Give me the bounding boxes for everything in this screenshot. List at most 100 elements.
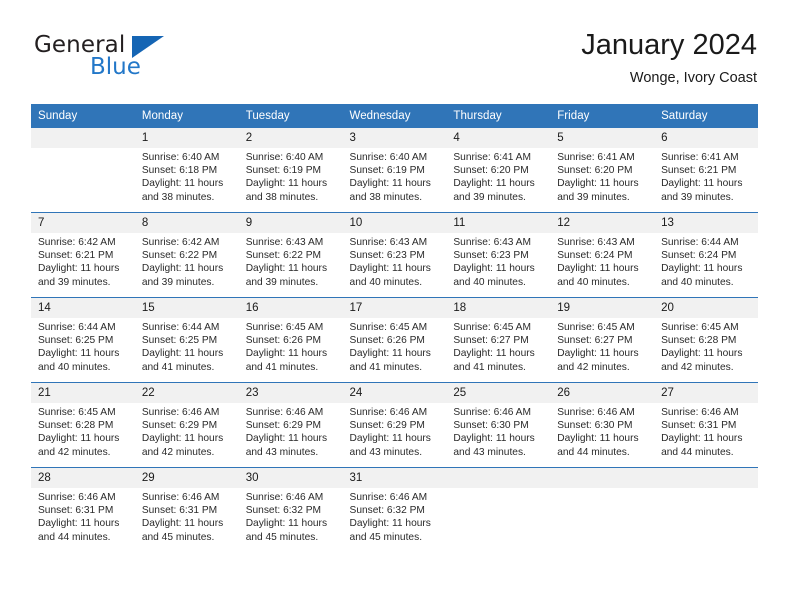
day-details: Sunrise: 6:46 AM Sunset: 6:30 PM Daylight:…	[550, 403, 654, 459]
day-cell-inner: 19 Sunrise: 6:45 AM Sunset: 6:27 PM Dayligh…	[550, 298, 655, 382]
weekday-header-friday: Friday	[550, 104, 655, 128]
calendar-day-cell[interactable]: 9 Sunrise: 6:43 AM Sunset: 6:22 PM Daylight…	[238, 212, 343, 298]
day-number: 15	[134, 298, 239, 318]
day-cell-inner: 20 Sunrise: 6:45 AM Sunset: 6:28 PM Dayligh…	[654, 298, 758, 382]
sunset-time: Sunset: 6:23 PM	[349, 250, 425, 262]
calendar-day-cell[interactable]: 15 Sunrise: 6:44 AM Sunset: 6:25 PM Dayligh…	[134, 297, 239, 383]
day-details: Sunrise: 6:44 AM Sunset: 6:25 PM Daylight:…	[135, 318, 239, 374]
day-cell-inner: 25 Sunrise: 6:46 AM Sunset: 6:30 PM Dayligh…	[446, 383, 551, 467]
calendar-day-cell-empty	[446, 467, 551, 552]
calendar-day-cell[interactable]: 21 Sunrise: 6:45 AM Sunset: 6:28 PM Dayligh…	[31, 382, 135, 468]
daylight-duration-line2: and 39 minutes.	[141, 276, 215, 288]
day-cell-inner: 5 Sunrise: 6:41 AM Sunset: 6:20 PM Daylight…	[550, 128, 655, 212]
day-cell-inner: 16 Sunrise: 6:45 AM Sunset: 6:26 PM Dayligh…	[238, 298, 343, 382]
daylight-duration-line1: Daylight: 11 hours	[661, 178, 743, 190]
sunset-time: Sunset: 6:19 PM	[349, 165, 425, 177]
calendar-day-cell[interactable]: 31 Sunrise: 6:46 AM Sunset: 6:32 PM Dayligh…	[342, 467, 447, 552]
day-cell-inner: 11 Sunrise: 6:43 AM Sunset: 6:23 PM Dayligh…	[446, 213, 551, 297]
calendar-day-cell[interactable]: 20 Sunrise: 6:45 AM Sunset: 6:28 PM Dayligh…	[654, 297, 758, 383]
sunset-time: Sunset: 6:19 PM	[245, 165, 322, 177]
calendar-day-cell[interactable]: 28 Sunrise: 6:46 AM Sunset: 6:31 PM Dayligh…	[31, 467, 135, 552]
day-number: 12	[550, 213, 655, 233]
calendar-day-cell[interactable]: 2 Sunrise: 6:40 AM Sunset: 6:19 PM Daylight…	[238, 127, 343, 213]
sunrise-time: Sunrise: 6:46 AM	[141, 407, 220, 418]
calendar-day-cell[interactable]: 19 Sunrise: 6:45 AM Sunset: 6:27 PM Dayligh…	[550, 297, 655, 383]
calendar-day-cell[interactable]: 3 Sunrise: 6:40 AM Sunset: 6:19 PM Daylight…	[342, 127, 447, 213]
sunrise-time: Sunrise: 6:40 AM	[141, 152, 220, 163]
day-number: 7	[31, 213, 135, 233]
calendar-header-row: Sunday Monday Tuesday Wednesday Thursday…	[31, 104, 758, 128]
calendar-day-cell[interactable]: 18 Sunrise: 6:45 AM Sunset: 6:27 PM Dayligh…	[446, 297, 551, 383]
day-number: 19	[550, 298, 655, 318]
calendar-day-cell[interactable]: 26 Sunrise: 6:46 AM Sunset: 6:30 PM Dayligh…	[550, 382, 655, 468]
day-cell-inner	[654, 468, 758, 552]
daylight-duration-line2: and 40 minutes.	[557, 276, 630, 288]
day-number: 9	[238, 213, 343, 233]
calendar-day-cell[interactable]: 24 Sunrise: 6:46 AM Sunset: 6:29 PM Dayligh…	[342, 382, 447, 468]
calendar-day-cell[interactable]: 17 Sunrise: 6:45 AM Sunset: 6:26 PM Dayligh…	[342, 297, 447, 383]
day-cell-inner: 22 Sunrise: 6:46 AM Sunset: 6:29 PM Dayligh…	[134, 383, 239, 467]
day-number: 14	[31, 298, 135, 318]
daylight-duration-line1: Daylight: 11 hours	[245, 348, 328, 360]
day-details: Sunrise: 6:40 AM Sunset: 6:19 PM Daylight:…	[239, 148, 343, 204]
day-details: Sunrise: 6:45 AM Sunset: 6:27 PM Daylight:…	[550, 318, 654, 374]
day-details: Sunrise: 6:43 AM Sunset: 6:24 PM Daylight:…	[550, 233, 654, 289]
sunrise-time: Sunrise: 6:46 AM	[349, 492, 428, 503]
sunrise-time: Sunrise: 6:46 AM	[141, 492, 220, 503]
calendar-day-cell[interactable]: 10 Sunrise: 6:43 AM Sunset: 6:23 PM Dayligh…	[342, 212, 447, 298]
day-number: 31	[342, 468, 447, 488]
daylight-duration-line2: and 42 minutes.	[38, 446, 111, 458]
day-details: Sunrise: 6:46 AM Sunset: 6:32 PM Daylight:…	[239, 488, 343, 544]
calendar-day-cell[interactable]: 13 Sunrise: 6:44 AM Sunset: 6:24 PM Dayligh…	[654, 212, 758, 298]
calendar-day-cell[interactable]: 12 Sunrise: 6:43 AM Sunset: 6:24 PM Dayligh…	[550, 212, 655, 298]
sunset-time: Sunset: 6:31 PM	[38, 505, 114, 517]
day-number: 30	[238, 468, 343, 488]
sunset-time: Sunset: 6:27 PM	[453, 335, 529, 347]
calendar-day-cell[interactable]: 14 Sunrise: 6:44 AM Sunset: 6:25 PM Dayligh…	[31, 297, 135, 383]
calendar-day-cell[interactable]: 11 Sunrise: 6:43 AM Sunset: 6:23 PM Dayligh…	[446, 212, 551, 298]
day-details: Sunrise: 6:46 AM Sunset: 6:29 PM Daylight:…	[135, 403, 239, 459]
calendar-day-cell[interactable]: 8 Sunrise: 6:42 AM Sunset: 6:22 PM Daylight…	[134, 212, 239, 298]
sunset-time: Sunset: 6:32 PM	[349, 505, 425, 517]
calendar-day-cell[interactable]: 23 Sunrise: 6:46 AM Sunset: 6:29 PM Dayligh…	[238, 382, 343, 468]
daylight-duration-line2: and 38 minutes.	[349, 191, 423, 203]
day-number: 28	[31, 468, 135, 488]
calendar-day-cell[interactable]: 16 Sunrise: 6:45 AM Sunset: 6:26 PM Dayligh…	[238, 297, 343, 383]
calendar-day-cell[interactable]: 30 Sunrise: 6:46 AM Sunset: 6:32 PM Dayligh…	[238, 467, 343, 552]
daylight-duration-line1: Daylight: 11 hours	[557, 263, 639, 275]
daylight-duration-line1: Daylight: 11 hours	[245, 263, 328, 275]
calendar-day-cell[interactable]: 27 Sunrise: 6:46 AM Sunset: 6:31 PM Dayligh…	[654, 382, 758, 468]
day-details: Sunrise: 6:40 AM Sunset: 6:19 PM Daylight:…	[343, 148, 447, 204]
daylight-duration-line1: Daylight: 11 hours	[557, 178, 639, 190]
day-cell-inner: 9 Sunrise: 6:43 AM Sunset: 6:22 PM Daylight…	[238, 213, 343, 297]
sunrise-time: Sunrise: 6:46 AM	[245, 407, 324, 418]
daylight-duration-line1: Daylight: 11 hours	[661, 348, 743, 360]
calendar-day-cell[interactable]: 22 Sunrise: 6:46 AM Sunset: 6:29 PM Dayligh…	[134, 382, 239, 468]
daylight-duration-line2: and 41 minutes.	[453, 361, 526, 373]
day-details: Sunrise: 6:46 AM Sunset: 6:32 PM Daylight:…	[343, 488, 447, 544]
day-details: Sunrise: 6:46 AM Sunset: 6:31 PM Daylight:…	[654, 403, 758, 459]
general-blue-logo[interactable]: General Blue	[34, 32, 294, 94]
daylight-duration-line2: and 45 minutes.	[349, 531, 423, 543]
day-details: Sunrise: 6:41 AM Sunset: 6:20 PM Daylight:…	[446, 148, 550, 204]
day-cell-inner: 4 Sunrise: 6:41 AM Sunset: 6:20 PM Daylight…	[446, 128, 551, 212]
day-cell-inner: 30 Sunrise: 6:46 AM Sunset: 6:32 PM Dayligh…	[238, 468, 343, 552]
calendar-day-cell[interactable]: 29 Sunrise: 6:46 AM Sunset: 6:31 PM Dayligh…	[134, 467, 239, 552]
day-details: Sunrise: 6:43 AM Sunset: 6:23 PM Daylight:…	[446, 233, 550, 289]
day-cell-inner: 7 Sunrise: 6:42 AM Sunset: 6:21 PM Daylight…	[31, 213, 135, 297]
weekday-header-tuesday: Tuesday	[238, 104, 343, 128]
weekday-header-wednesday: Wednesday	[342, 104, 447, 128]
calendar-day-cell[interactable]: 7 Sunrise: 6:42 AM Sunset: 6:21 PM Daylight…	[31, 212, 135, 298]
calendar-day-cell[interactable]: 5 Sunrise: 6:41 AM Sunset: 6:20 PM Daylight…	[550, 127, 655, 213]
sunset-time: Sunset: 6:32 PM	[245, 505, 322, 517]
sunrise-time: Sunrise: 6:45 AM	[453, 322, 531, 333]
calendar-day-cell[interactable]: 25 Sunrise: 6:46 AM Sunset: 6:30 PM Dayligh…	[446, 382, 551, 468]
calendar-day-cell[interactable]: 4 Sunrise: 6:41 AM Sunset: 6:20 PM Daylight…	[446, 127, 551, 213]
day-cell-inner: 13 Sunrise: 6:44 AM Sunset: 6:24 PM Dayligh…	[654, 213, 758, 297]
calendar-day-cell[interactable]: 6 Sunrise: 6:41 AM Sunset: 6:21 PM Daylight…	[654, 127, 758, 213]
daylight-duration-line1: Daylight: 11 hours	[245, 433, 328, 445]
calendar-day-cell[interactable]: 1 Sunrise: 6:40 AM Sunset: 6:18 PM Daylight…	[134, 127, 239, 213]
sunrise-time: Sunrise: 6:41 AM	[557, 152, 635, 163]
day-number: 20	[654, 298, 758, 318]
day-details: Sunrise: 6:42 AM Sunset: 6:21 PM Daylight:…	[31, 233, 135, 289]
